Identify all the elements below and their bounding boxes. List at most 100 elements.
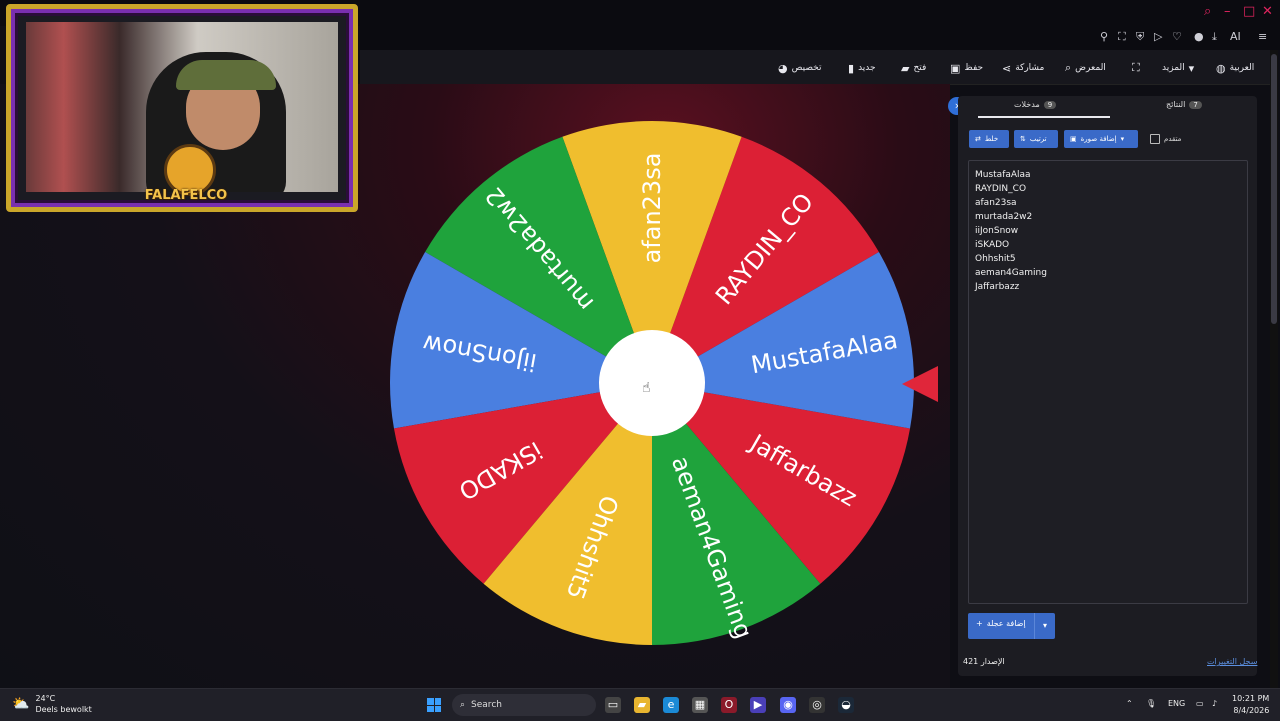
sort-icon: ⇅	[1020, 135, 1026, 143]
new-button[interactable]: ▮ جديد	[848, 60, 876, 76]
advanced-label: متقدم	[1164, 135, 1182, 143]
folder-icon: ▰	[901, 61, 910, 75]
more-label: المزيد	[1162, 63, 1185, 73]
wheel-pointer-icon	[902, 366, 938, 402]
add-wheel-dropdown[interactable]: ▾	[1034, 613, 1055, 639]
ai-button[interactable]: AI	[1230, 30, 1241, 43]
language-indicator[interactable]: ENG	[1168, 699, 1185, 708]
minimize-icon[interactable]: –	[1224, 4, 1231, 19]
save-button[interactable]: ▣ حفظ	[950, 60, 983, 76]
plus-icon: +	[976, 619, 983, 628]
edge-icon[interactable]: e	[663, 697, 679, 713]
clock-time: 10:21 PM	[1232, 694, 1270, 703]
sort-button[interactable]: ⇅ ترتيب	[1014, 130, 1058, 148]
weather-desc: Deels bewolkt	[35, 705, 92, 714]
webcam-overlay: FALAFELCO	[6, 4, 358, 212]
close-icon[interactable]: ✕	[1262, 4, 1273, 19]
save-icon: ▣	[950, 61, 961, 75]
globe-icon: ◍	[1216, 61, 1226, 75]
app-icon[interactable]: ◎	[809, 697, 825, 713]
list-item[interactable]: Ohhshit5	[975, 254, 1016, 264]
sort-label: ترتيب	[1029, 135, 1047, 143]
list-item[interactable]: RAYDIN_CO	[975, 184, 1026, 194]
add-image-button[interactable]: ▣ إضافة صورة ▾	[1064, 130, 1138, 148]
microphone-icon[interactable]: 🎙	[1146, 699, 1156, 708]
file-explorer-icon[interactable]: ▰	[634, 697, 650, 713]
screenshot-icon[interactable]: ⛶	[1118, 30, 1126, 44]
wheel-hub[interactable]	[599, 330, 705, 436]
chevron-up-icon[interactable]: ⌃	[1126, 699, 1133, 708]
tab-results-count: 7	[1189, 100, 1202, 109]
open-label: فتح	[913, 63, 927, 73]
version-number: 421	[963, 657, 979, 666]
customize-label: تخصيص	[791, 63, 822, 73]
checkbox-box[interactable]	[1150, 134, 1160, 144]
tab-results[interactable]: النتائج 7	[1166, 100, 1202, 109]
language-label: العربية	[1229, 63, 1255, 73]
gallery-label: المعرض	[1075, 63, 1106, 73]
list-item[interactable]: iiJonSnow	[975, 226, 1018, 236]
display-icon[interactable]: ▭	[1196, 699, 1204, 708]
search-icon[interactable]: ⌕	[1204, 4, 1211, 19]
menu-icon[interactable]: ≡	[1258, 30, 1267, 43]
opera-gx-icon[interactable]: O	[721, 697, 737, 713]
system-clock[interactable]: 10:21 PM 8/4/2026	[1232, 693, 1269, 717]
caret-down-icon: ▾	[1042, 621, 1047, 630]
spin-wheel[interactable]: RAYDIN_CO afan23sa murtada2w2 iiJonSnow iSKA…	[387, 118, 917, 648]
list-item[interactable]: afan23sa	[975, 198, 1017, 208]
pin-icon[interactable]: ⚲	[1100, 30, 1108, 43]
shield-icon[interactable]: ⛨	[1136, 30, 1144, 44]
store-icon[interactable]: ▦	[692, 697, 708, 713]
list-item[interactable]: iSKADO	[975, 240, 1009, 250]
scrollbar-thumb[interactable]	[1271, 54, 1277, 324]
shuffle-button[interactable]: ⇄ خلط	[969, 130, 1009, 148]
file-icon: ▮	[848, 61, 855, 75]
palette-icon: ◕	[778, 61, 788, 75]
fullscreen-icon: ⛶	[1132, 61, 1140, 74]
partly-cloudy-icon: ⛅	[12, 696, 30, 712]
ai-label: AI	[1230, 30, 1241, 43]
more-button[interactable]: المزيد ▾	[1162, 60, 1194, 76]
search-icon: ⌕	[460, 700, 466, 710]
advanced-checkbox[interactable]: متقدم	[1150, 134, 1181, 144]
hand-cursor-icon: ☝	[642, 380, 651, 396]
fullscreen-button[interactable]: ⛶	[1132, 60, 1140, 76]
share-button[interactable]: ⋖ مشاركة	[1002, 60, 1044, 76]
gallery-button[interactable]: ⌕ المعرض	[1065, 60, 1106, 76]
list-item[interactable]: MustafaAlaa	[975, 170, 1031, 180]
share-icon: ⋖	[1002, 61, 1012, 75]
tab-entries[interactable]: مدخلات 9	[1014, 100, 1057, 109]
add-wheel-button[interactable]: + إضافة عجلة ▾	[968, 613, 1055, 639]
list-item[interactable]: murtada2w2	[975, 212, 1032, 222]
play-icon[interactable]: ▷	[1154, 30, 1162, 43]
shuffle-label: خلط	[984, 135, 999, 143]
profile-icon[interactable]: ●	[1194, 30, 1204, 43]
download-icon[interactable]: ⤓	[1212, 30, 1217, 44]
task-view-icon[interactable]: ▭	[605, 697, 621, 713]
browser-address-bar: ⚲ ⛶ ⛨ ▷ ♡ ● ⤓ AI ≡	[360, 26, 1280, 50]
add-wheel-main[interactable]: + إضافة عجلة	[976, 619, 1026, 628]
page-scrollbar[interactable]	[1270, 50, 1278, 690]
channel-logo: FALAFELCO	[134, 144, 238, 224]
maximize-icon[interactable]: □	[1243, 4, 1255, 19]
wheel-graphic[interactable]: RAYDIN_COafan23samurtada2w2iiJonSnowiSKA…	[387, 118, 917, 648]
changelog-link[interactable]: سجل التغييرات	[1207, 657, 1257, 666]
discord-icon[interactable]: ◉	[780, 697, 796, 713]
taskbar-search[interactable]: ⌕ Search	[452, 694, 596, 716]
language-button[interactable]: ◍ العربية	[1216, 60, 1254, 76]
volume-icon[interactable]: ♪	[1212, 699, 1217, 708]
caret-down-icon: ▾	[1188, 61, 1195, 75]
start-button[interactable]	[427, 698, 441, 712]
stream-app-icon[interactable]: ▶	[750, 697, 766, 713]
list-item[interactable]: aeman4Gaming	[975, 268, 1047, 278]
app-toolbar: ◕ تخصيص ▮ جديد ▰ فتح ▣ حفظ ⋖ مشاركة ⌕ ال…	[360, 50, 1270, 85]
steam-icon[interactable]: ◒	[838, 697, 854, 713]
customize-button[interactable]: ◕ تخصيص	[778, 60, 821, 76]
weather-widget[interactable]: ⛅ 24°C Deels bewolkt	[12, 693, 92, 715]
list-item[interactable]: Jaffarbazz	[975, 282, 1019, 292]
share-label: مشاركة	[1015, 63, 1045, 73]
heart-icon[interactable]: ♡	[1172, 30, 1182, 43]
open-button[interactable]: ▰ فتح	[901, 60, 926, 76]
add-image-label: إضافة صورة	[1080, 135, 1117, 143]
weather-temp: 24°C	[35, 694, 56, 703]
